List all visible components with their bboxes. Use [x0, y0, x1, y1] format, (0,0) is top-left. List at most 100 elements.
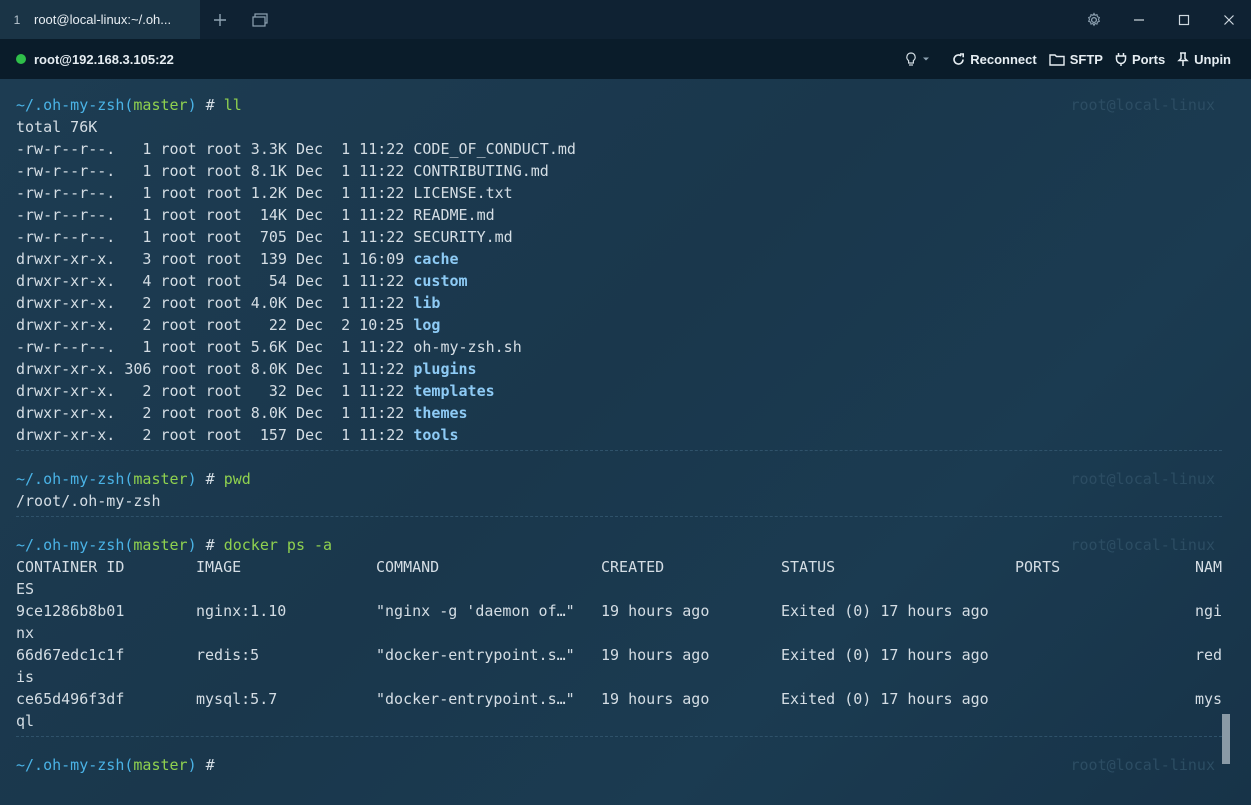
prompt-path: ~/.oh-my-zsh: [16, 96, 125, 114]
ls-row: drwxr-xr-x. 2 root root 157 Dec 1 11:22 …: [16, 424, 459, 446]
lightbulb-icon: [906, 51, 916, 66]
ls-row-meta: drwxr-xr-x. 2 root root 32 Dec 1 11:22: [16, 382, 414, 400]
prompt-branch: master: [133, 756, 188, 774]
command: pwd: [223, 470, 251, 488]
minimize-icon: [1133, 18, 1144, 21]
docker-row-cell: mys: [1195, 690, 1223, 708]
ls-row: drwxr-xr-x. 2 root root 22 Dec 2 10:25 l…: [16, 314, 440, 336]
ls-row: -rw-r--r--. 1 root root 5.6K Dec 1 11:22…: [16, 336, 522, 358]
docker-row-cell: 66d67edc1c1f: [16, 646, 125, 664]
minimize-button[interactable]: [1116, 0, 1161, 39]
prompt-host-ghost: root@local-linux: [1070, 470, 1216, 488]
ls-dir-name: cache: [413, 250, 459, 268]
prompt-branch: master: [133, 536, 188, 554]
ls-row-meta: -rw-r--r--. 1 root root 14K Dec 1 11:22: [16, 206, 414, 224]
pwd-output: /root/.oh-my-zsh: [16, 492, 161, 510]
ls-total: total 76K: [16, 118, 98, 136]
prompt-branch: master: [133, 470, 188, 488]
ls-row-meta: drwxr-xr-x. 2 root root 4.0K Dec 1 11:22: [16, 294, 414, 312]
prompt-path: ~/.oh-my-zsh: [16, 536, 125, 554]
hint-menu[interactable]: [905, 51, 930, 67]
docker-row-cell: "docker-entrypoint.s…": [376, 646, 575, 664]
chevron-down-icon: [923, 57, 930, 61]
ls-row: drwxr-xr-x. 3 root root 139 Dec 1 16:09 …: [16, 248, 459, 270]
title-bar: 1 root@local-linux:~/.oh...: [0, 0, 1251, 39]
maximize-icon: [1178, 14, 1189, 25]
docker-row-cell: 19 hours ago: [601, 646, 710, 664]
docker-header-cell: CREATED: [601, 558, 665, 576]
plus-icon: [214, 13, 226, 26]
windows-icon: [252, 12, 268, 27]
prompt-symbol: #: [196, 96, 224, 114]
docker-row-cell: 19 hours ago: [601, 602, 710, 620]
ls-row-meta: -rw-r--r--. 1 root root 8.1K Dec 1 11:22: [16, 162, 414, 180]
ls-file-name: SECURITY.md: [413, 228, 513, 246]
docker-name-wrap: nx: [16, 624, 35, 642]
ls-row: -rw-r--r--. 1 root root 8.1K Dec 1 11:22…: [16, 160, 549, 182]
ls-row-meta: -rw-r--r--. 1 root root 705 Dec 1 11:22: [16, 228, 414, 246]
prompt-symbol: #: [196, 536, 224, 554]
ls-row-meta: drwxr-xr-x. 2 root root 22 Dec 2 10:25: [16, 316, 414, 334]
docker-row-cell: 19 hours ago: [601, 690, 710, 708]
docker-row-cell: redis:5: [196, 646, 260, 664]
ls-row-meta: drwxr-xr-x. 4 root root 54 Dec 1 11:22: [16, 272, 414, 290]
docker-header-cell: STATUS: [781, 558, 836, 576]
maximize-button[interactable]: [1161, 0, 1206, 39]
prompt-separator: [16, 736, 1222, 737]
prompt-symbol: #: [196, 470, 224, 488]
ls-dir-name: tools: [413, 426, 459, 444]
ls-row-meta: -rw-r--r--. 1 root root 5.6K Dec 1 11:22: [16, 338, 414, 356]
docker-row-cell: ce65d496f3df: [16, 690, 125, 708]
ports-button[interactable]: Ports: [1115, 52, 1165, 67]
prompt-paren: ): [187, 96, 197, 114]
prompt-line: ~/.oh-my-zsh(master) # pwd: [16, 468, 251, 490]
docker-row-cell: "docker-entrypoint.s…": [376, 690, 575, 708]
ls-row-meta: drwxr-xr-x. 2 root root 157 Dec 1 11:22: [16, 426, 414, 444]
ls-row: drwxr-xr-x. 2 root root 32 Dec 1 11:22 t…: [16, 380, 495, 402]
gear-icon: [1087, 11, 1100, 26]
ls-dir-name: log: [413, 316, 441, 334]
plug-icon: [1115, 53, 1127, 66]
prompt-line: ~/.oh-my-zsh(master) # docker ps -a: [16, 534, 332, 556]
terminal-scrollbar[interactable]: [1222, 714, 1230, 764]
ls-row: -rw-r--r--. 1 root root 1.2K Dec 1 11:22…: [16, 182, 513, 204]
tab-index: 1: [13, 12, 21, 27]
terminal-output[interactable]: ~/.oh-my-zsh(master) # ll root@local-linu…: [0, 79, 1251, 805]
ls-row: -rw-r--r--. 1 root root 3.3K Dec 1 11:22…: [16, 138, 576, 160]
docker-header-cell: PORTS: [1015, 558, 1061, 576]
tab-active[interactable]: 1 root@local-linux:~/.oh...: [0, 0, 200, 39]
docker-row-cell: Exited (0) 17 hours ago: [781, 690, 989, 708]
sftp-label: SFTP: [1069, 51, 1103, 67]
ports-label: Ports: [1131, 51, 1166, 67]
sftp-button[interactable]: SFTP: [1049, 52, 1103, 67]
ls-file-name: LICENSE.txt: [413, 184, 513, 202]
reconnect-button[interactable]: Reconnect: [952, 51, 1037, 67]
ls-dir-name: lib: [413, 294, 441, 312]
ls-dir-name: templates: [413, 382, 495, 400]
settings-button[interactable]: [1071, 0, 1116, 39]
prompt-host-ghost: root@local-linux: [1070, 536, 1216, 554]
unpin-button[interactable]: Unpin: [1177, 52, 1231, 67]
ls-row: drwxr-xr-x. 4 root root 54 Dec 1 11:22 c…: [16, 270, 468, 292]
ls-file-name: CONTRIBUTING.md: [413, 162, 549, 180]
tab-overview-button[interactable]: [240, 0, 280, 39]
ls-file-name: CODE_OF_CONDUCT.md: [413, 140, 576, 158]
docker-row-cell: Exited (0) 17 hours ago: [781, 602, 989, 620]
folder-icon: [1049, 53, 1065, 66]
ls-file-name: oh-my-zsh.sh: [413, 338, 522, 356]
command: ll: [223, 96, 242, 114]
docker-name-wrap: ql: [16, 712, 35, 730]
prompt-paren: ): [187, 470, 197, 488]
ls-row-meta: drwxr-xr-x. 306 root root 8.0K Dec 1 11:…: [16, 360, 414, 378]
reconnect-label: Reconnect: [970, 51, 1037, 67]
ls-row: -rw-r--r--. 1 root root 705 Dec 1 11:22 …: [16, 226, 513, 248]
prompt-host-ghost: root@local-linux: [1070, 756, 1216, 774]
connected-status-dot: [16, 54, 26, 64]
new-tab-button[interactable]: [200, 0, 240, 39]
close-button[interactable]: [1206, 0, 1251, 39]
ls-dir-name: custom: [413, 272, 468, 290]
ls-row: -rw-r--r--. 1 root root 14K Dec 1 11:22 …: [16, 204, 495, 226]
unpin-label: Unpin: [1194, 51, 1231, 67]
prompt-line-current: ~/.oh-my-zsh(master) #: [16, 754, 224, 776]
ls-file-name: README.md: [413, 206, 495, 224]
